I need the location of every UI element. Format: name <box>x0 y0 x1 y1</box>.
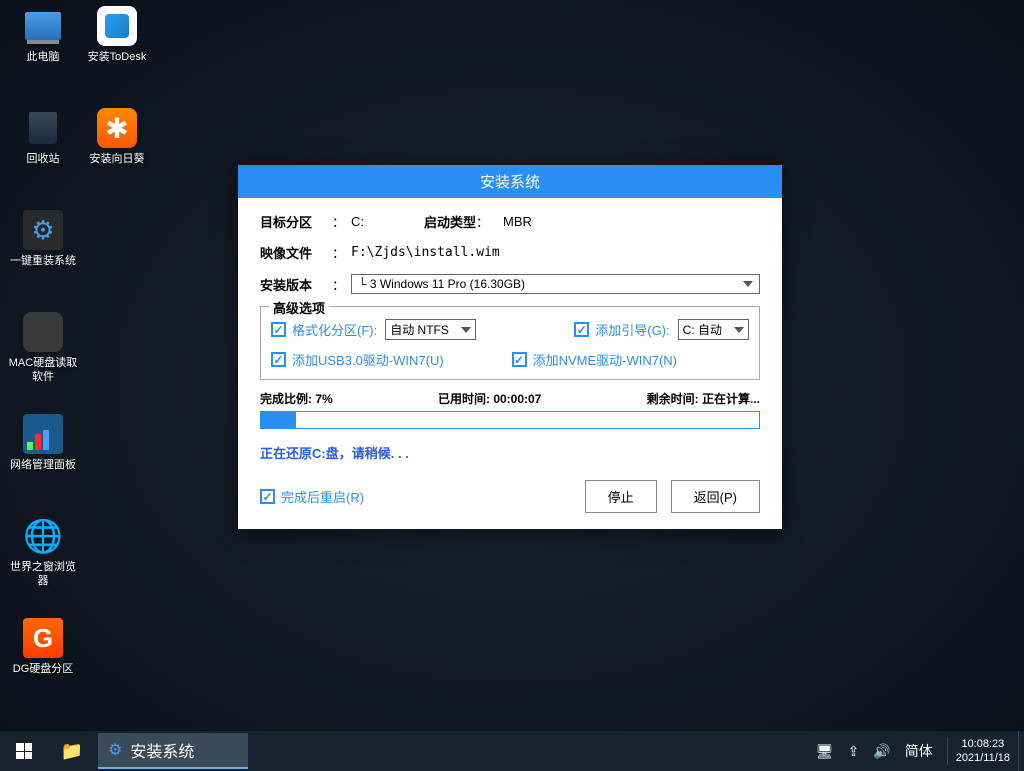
progress-section: 完成比例: 7% 已用时间: 00:00:07 剩余时间: 正在计算... <box>260 390 760 429</box>
remain-label: 剩余时间: <box>647 392 699 406</box>
boot-type-label: 启动类型 <box>424 212 476 231</box>
windows-icon <box>16 743 32 759</box>
clock[interactable]: 10:08:23 2021/11/18 <box>947 737 1010 765</box>
format-checkbox[interactable] <box>271 322 286 337</box>
dg-icon <box>23 618 63 658</box>
start-button[interactable] <box>0 731 48 771</box>
mac-disk-icon <box>23 312 63 352</box>
desktop-icon-sunflower[interactable]: 安装向日葵 <box>82 108 152 166</box>
elapsed-label: 已用时间: <box>438 392 490 406</box>
usb3-checkbox[interactable] <box>271 352 286 367</box>
reinstall-icon <box>23 210 63 250</box>
nvme-label: 添加NVME驱动-WIN7(N) <box>533 350 677 369</box>
desktop-icon-mac-disk[interactable]: MAC硬盘读取软件 <box>8 312 78 384</box>
desktop-icon-recycle[interactable]: 回收站 <box>8 108 78 166</box>
clock-time: 10:08:23 <box>956 737 1010 751</box>
task-label: 安装系统 <box>130 738 194 762</box>
version-select[interactable]: └ 3 Windows 11 Pro (16.30GB) <box>351 274 760 294</box>
version-value: └ 3 Windows 11 Pro (16.30GB) <box>358 277 525 291</box>
desktop-icon-todesk[interactable]: 安装ToDesk <box>82 6 152 64</box>
desktop-icon-this-pc[interactable]: 此电脑 <box>8 6 78 64</box>
dropdown-icon <box>734 327 744 333</box>
browser-icon <box>23 516 63 556</box>
format-select[interactable]: 自动 NTFS <box>385 319 476 340</box>
desktop-icon-label: MAC硬盘读取软件 <box>8 356 78 384</box>
dialog-body: 目标分区： C: 启动类型： MBR 映像文件： F:\Zjds\install… <box>238 198 782 529</box>
version-label: 安装版本 <box>260 275 332 294</box>
row-target: 目标分区： C: 启动类型： MBR <box>260 212 760 231</box>
elapsed-value: 00:00:07 <box>493 392 541 406</box>
back-button[interactable]: 返回(P) <box>671 480 760 513</box>
install-dialog: 安装系统 目标分区： C: 启动类型： MBR 映像文件： F:\Zjds\in… <box>238 165 782 529</box>
desktop-icon-label: 安装ToDesk <box>82 50 152 64</box>
advanced-fieldset: 高级选项 格式化分区(F): 自动 NTFS 添加引导(G): C: 自动 添加… <box>260 306 760 380</box>
nvme-checkbox[interactable] <box>512 352 527 367</box>
show-desktop-button[interactable] <box>1018 731 1024 771</box>
desktop-icon-label: 安装向日葵 <box>82 152 152 166</box>
taskbar: ⚙ 安装系统 🖥 ⇪ 🔊 简体 10:08:23 2021/11/18 <box>0 731 1024 771</box>
system-tray: 🖥 ⇪ 🔊 简体 10:08:23 2021/11/18 <box>816 737 1018 765</box>
restart-checkbox[interactable] <box>260 489 275 504</box>
desktop-icon-label: DG硬盘分区 <box>8 662 78 676</box>
taskbar-task-installer[interactable]: ⚙ 安装系统 <box>98 733 248 769</box>
target-value: C: <box>351 214 364 229</box>
dropdown-icon <box>461 327 471 333</box>
remain-value: 正在计算... <box>702 392 760 406</box>
desktop-icon-label: 世界之窗浏览器 <box>8 560 78 588</box>
sunflower-icon <box>97 108 137 148</box>
clock-date: 2021/11/18 <box>956 751 1010 765</box>
image-value: F:\Zjds\install.wim <box>351 245 500 260</box>
boot-type-value: MBR <box>503 214 532 229</box>
row-image: 映像文件： F:\Zjds\install.wim <box>260 243 760 262</box>
boot-select[interactable]: C: 自动 <box>678 319 749 340</box>
boot-checkbox[interactable] <box>574 322 589 337</box>
image-label: 映像文件 <box>260 243 332 262</box>
advanced-legend: 高级选项 <box>269 298 329 317</box>
status-message: 正在还原C:盘，请稍候. . . <box>260 443 760 462</box>
desktop-icon-network[interactable]: 网络管理面板 <box>8 414 78 472</box>
gear-icon: ⚙ <box>108 740 122 760</box>
row-version: 安装版本： └ 3 Windows 11 Pro (16.30GB) <box>260 274 760 294</box>
progress-fill <box>261 412 296 428</box>
desktop-icon-label: 网络管理面板 <box>8 458 78 472</box>
target-label: 目标分区 <box>260 212 332 231</box>
recycle-icon <box>23 108 63 148</box>
network-tray-icon[interactable]: 🖥 <box>816 743 834 760</box>
restart-label: 完成后重启(R) <box>281 487 364 506</box>
volume-tray-icon[interactable]: 🔊 <box>873 743 890 760</box>
explorer-button[interactable] <box>48 731 96 771</box>
usb-tray-icon[interactable]: ⇪ <box>848 743 860 760</box>
stop-button[interactable]: 停止 <box>585 480 657 513</box>
desktop-icon-label: 一键重装系统 <box>8 254 78 268</box>
usb3-label: 添加USB3.0驱动-WIN7(U) <box>292 350 444 369</box>
ime-indicator[interactable]: 简体 <box>905 741 933 761</box>
network-icon <box>23 414 63 454</box>
todesk-icon <box>97 6 137 46</box>
format-label: 格式化分区(F): <box>292 320 377 339</box>
desktop-icon-reinstall[interactable]: 一键重装系统 <box>8 210 78 268</box>
this-pc-icon <box>23 6 63 46</box>
desktop-icon-browser[interactable]: 世界之窗浏览器 <box>8 516 78 588</box>
progress-bar <box>260 411 760 429</box>
desktop-icon-dg[interactable]: DG硬盘分区 <box>8 618 78 676</box>
progress-label: 完成比例: <box>260 392 312 406</box>
progress-value: 7% <box>315 392 332 406</box>
dialog-title: 安装系统 <box>238 165 782 198</box>
boot-add-label: 添加引导(G): <box>595 320 669 339</box>
desktop-icon-label: 回收站 <box>8 152 78 166</box>
dropdown-icon <box>743 281 753 287</box>
desktop-icon-label: 此电脑 <box>8 50 78 64</box>
